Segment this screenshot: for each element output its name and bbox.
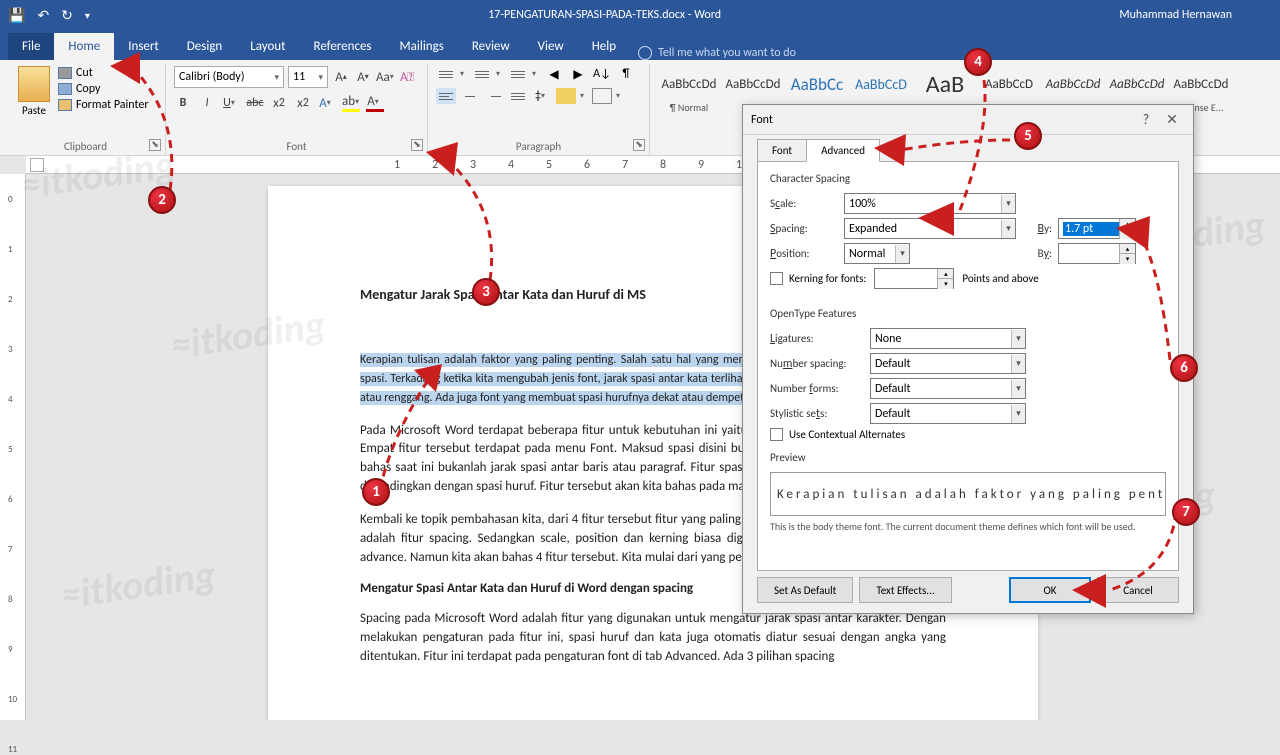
annotation-4: 4 — [964, 48, 992, 76]
annotation-6: 6 — [1170, 354, 1198, 382]
annotation-2: 2 — [148, 186, 176, 214]
annotation-7: 7 — [1172, 498, 1200, 526]
annotation-5: 5 — [1014, 122, 1042, 150]
annotation-3: 3 — [472, 278, 500, 306]
annotation-1: 1 — [362, 478, 390, 506]
